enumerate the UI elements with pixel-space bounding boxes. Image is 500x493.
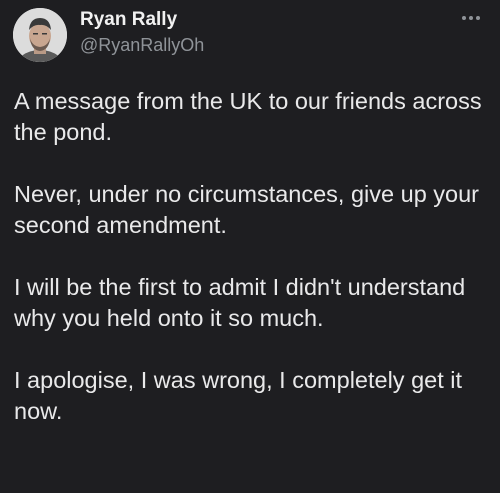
tweet-paragraph: Never, under no circumstances, give up y…	[14, 181, 480, 238]
tweet-text: A message from the UK to our friends acr…	[14, 86, 492, 427]
tweet-paragraph: I will be the first to admit I didn't un…	[14, 274, 466, 331]
tweet-paragraph: A message from the UK to our friends acr…	[14, 88, 482, 145]
tweet-paragraph: I apologise, I was wrong, I completely g…	[14, 367, 463, 424]
author-handle[interactable]: @RyanRallyOh	[80, 35, 204, 56]
tweet-card: Ryan Rally @RyanRallyOh A message from t…	[0, 0, 500, 493]
avatar[interactable]	[13, 8, 67, 62]
more-options-button[interactable]	[456, 8, 486, 28]
avatar-image	[13, 8, 67, 62]
author-display-name[interactable]: Ryan Rally	[80, 9, 177, 31]
